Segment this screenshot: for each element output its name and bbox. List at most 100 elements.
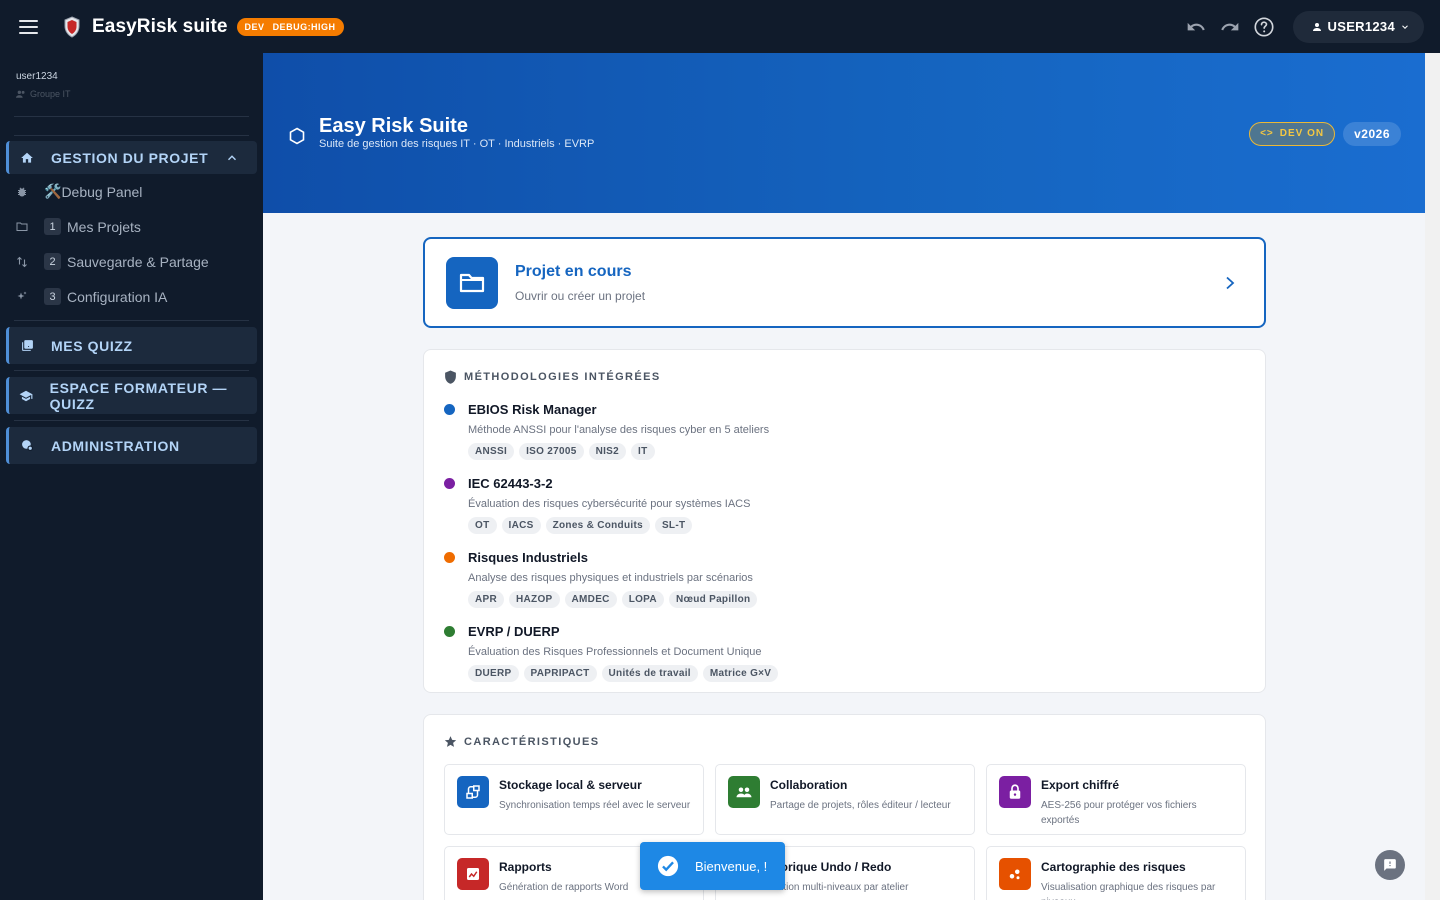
- methodology-item: IEC 62443-3-2 Évaluation des risques cyb…: [444, 476, 1245, 534]
- methodology-description: Évaluation des risques cybersécurité pou…: [468, 498, 751, 510]
- home-icon: [19, 150, 35, 166]
- current-project-card[interactable]: Projet en cours Ouvrir ou créer un proje…: [423, 237, 1266, 328]
- nav-section-gestion-projet[interactable]: GESTION DU PROJET: [6, 141, 257, 174]
- methodology-tag: OT: [468, 517, 497, 534]
- sidebar-item-label: Mes Projets: [67, 218, 141, 235]
- feedback-button[interactable]: [1375, 850, 1405, 880]
- methodology-item: EVRP / DUERP Évaluation des Risques Prof…: [444, 624, 1245, 682]
- sparkle-icon: [16, 291, 28, 303]
- methodology-color-dot: [444, 404, 455, 415]
- feature-title: Cartographie des risques: [1041, 860, 1186, 874]
- dev-mode-label: DEV ON: [1279, 128, 1325, 139]
- sidebar-item-sauvegarde-partage[interactable]: 2 Sauvegarde & Partage: [0, 244, 263, 279]
- methodology-tag: IACS: [501, 517, 541, 534]
- help-icon[interactable]: [1253, 16, 1275, 38]
- nav-section-label: ADMINISTRATION: [51, 437, 180, 454]
- feature-title: Export chiffré: [1041, 778, 1120, 792]
- divider: [14, 320, 249, 321]
- dev-mode-badge[interactable]: <> DEV ON: [1249, 122, 1336, 146]
- user-menu-label: USER1234: [1327, 19, 1395, 34]
- methodology-item: EBIOS Risk Manager Méthode ANSSI pour l'…: [444, 402, 1245, 460]
- methodology-description: Méthode ANSSI pour l'analyse des risques…: [468, 424, 770, 436]
- map-icon: [999, 858, 1031, 890]
- nav-section-espace-formateur[interactable]: ESPACE FORMATEUR — QUIZZ: [6, 377, 257, 414]
- feature-description: AES-256 pour protéger vos fichiers expor…: [1041, 800, 1197, 826]
- methodology-name: IEC 62443-3-2: [468, 476, 553, 491]
- divider: [14, 420, 249, 421]
- menu-icon[interactable]: [19, 15, 43, 39]
- feature-title: storique Undo / Redo: [770, 860, 892, 874]
- feature-description: Partage de projets, rôles éditeur / lect…: [770, 800, 951, 811]
- methodology-description: Analyse des risques physiques et industr…: [468, 572, 753, 584]
- shield-logo-icon: [64, 15, 80, 38]
- welcome-toast: Bienvenue, !: [640, 842, 785, 890]
- sidebar-user-name: user1234: [16, 71, 58, 82]
- methodology-tag: Unités de travail: [601, 665, 698, 682]
- main-content: Easy Risk Suite Suite de gestion des ris…: [263, 53, 1425, 900]
- methodology-tag: Zones & Conduits: [545, 517, 650, 534]
- methodology-description: Évaluation des Risques Professionnels et…: [468, 646, 762, 658]
- sidebar-user-dept-label: Groupe IT: [30, 89, 71, 99]
- school-icon: [19, 388, 34, 404]
- features-card: CARACTÉRISTIQUES Stockage local & serveu…: [423, 714, 1266, 900]
- redo-icon[interactable]: [1219, 16, 1241, 38]
- feature-description: Synchronisation temps réel avec le serve…: [499, 800, 691, 811]
- chevron-up-icon[interactable]: [225, 151, 239, 165]
- methodology-name: EVRP / DUERP: [468, 624, 560, 639]
- sidebar-user-block: user1234 Groupe IT: [0, 53, 263, 116]
- toast-message: Bienvenue, !: [695, 858, 768, 874]
- feature-description: Génération de rapports Word: [499, 882, 629, 893]
- version-badge: v2026: [1343, 122, 1401, 146]
- user-menu-button[interactable]: USER1234: [1292, 10, 1424, 43]
- methodology-tag: HAZOP: [509, 591, 560, 608]
- sidebar-item-label: Sauvegarde & Partage: [67, 253, 209, 270]
- sidebar-item-configuration-ia[interactable]: 3 Configuration IA: [0, 279, 263, 314]
- features-heading-label: CARACTÉRISTIQUES: [464, 735, 600, 748]
- check-circle-icon: [657, 855, 679, 877]
- storage-icon: [457, 776, 489, 808]
- feature-card: Stockage local & serveur Synchronisation…: [444, 764, 704, 835]
- project-subtitle: Ouvrir ou créer un projet: [515, 288, 646, 303]
- divider: [14, 135, 249, 136]
- feature-title: Collaboration: [770, 778, 848, 792]
- hero-title: Easy Risk Suite: [319, 115, 468, 137]
- chevron-down-icon: [1402, 24, 1408, 29]
- methodology-tag: PAPRIPACT: [523, 665, 597, 682]
- person-icon: [1312, 22, 1321, 31]
- sidebar-item-mes-projets[interactable]: 1 Mes Projets: [0, 209, 263, 244]
- scrollbar[interactable]: [1425, 53, 1440, 900]
- sync-icon: [16, 256, 28, 268]
- sidebar-item-debug-panel[interactable]: 🛠️ Debug Panel: [0, 174, 263, 209]
- feature-title: Stockage local & serveur: [499, 778, 642, 792]
- nav-section-label: GESTION DU PROJET: [51, 149, 209, 166]
- project-title: Projet en cours: [515, 262, 632, 280]
- shield-icon: [445, 370, 456, 384]
- sidebar-item-label: Debug Panel: [61, 183, 143, 200]
- folder-icon: [16, 221, 28, 233]
- methodology-color-dot: [444, 626, 455, 637]
- methodology-name: Risques Industriels: [468, 550, 588, 565]
- methodology-tag: IT: [631, 443, 655, 460]
- env-badge: DEV DEBUG:HIGH: [236, 17, 344, 36]
- feature-description: ulation multi-niveaux par atelier: [770, 882, 909, 893]
- quiz-icon: [19, 338, 35, 354]
- feature-card: Cartographie des risques Visualisation g…: [986, 846, 1246, 900]
- feature-title: Rapports: [499, 860, 552, 874]
- methodology-tag: ANSSI: [468, 443, 515, 460]
- sidebar-user-dept: Groupe IT: [16, 89, 247, 99]
- methodology-color-dot: [444, 552, 455, 563]
- admin-icon: [19, 438, 35, 454]
- methodology-color-dot: [444, 478, 455, 489]
- chevron-right-icon: [1226, 276, 1235, 289]
- sidebar-item-debug-emoji: 🛠️: [44, 183, 62, 199]
- nav-section-mes-quizz[interactable]: MES QUIZZ: [6, 327, 257, 364]
- hero-banner: Easy Risk Suite Suite de gestion des ris…: [263, 53, 1425, 213]
- methodologies-card: MÉTHODOLOGIES INTÉGRÉES EBIOS Risk Manag…: [423, 349, 1266, 693]
- feature-card: Collaboration Partage de projets, rôles …: [715, 764, 975, 835]
- undo-icon[interactable]: [1185, 16, 1207, 38]
- hexagon-icon: [289, 127, 305, 145]
- methodologies-heading: MÉTHODOLOGIES INTÉGRÉES: [444, 370, 1245, 384]
- nav-section-administration[interactable]: ADMINISTRATION: [6, 427, 257, 464]
- star-icon: [444, 736, 457, 747]
- sidebar: user1234 Groupe IT GESTION DU PROJET 🛠️ …: [0, 53, 263, 900]
